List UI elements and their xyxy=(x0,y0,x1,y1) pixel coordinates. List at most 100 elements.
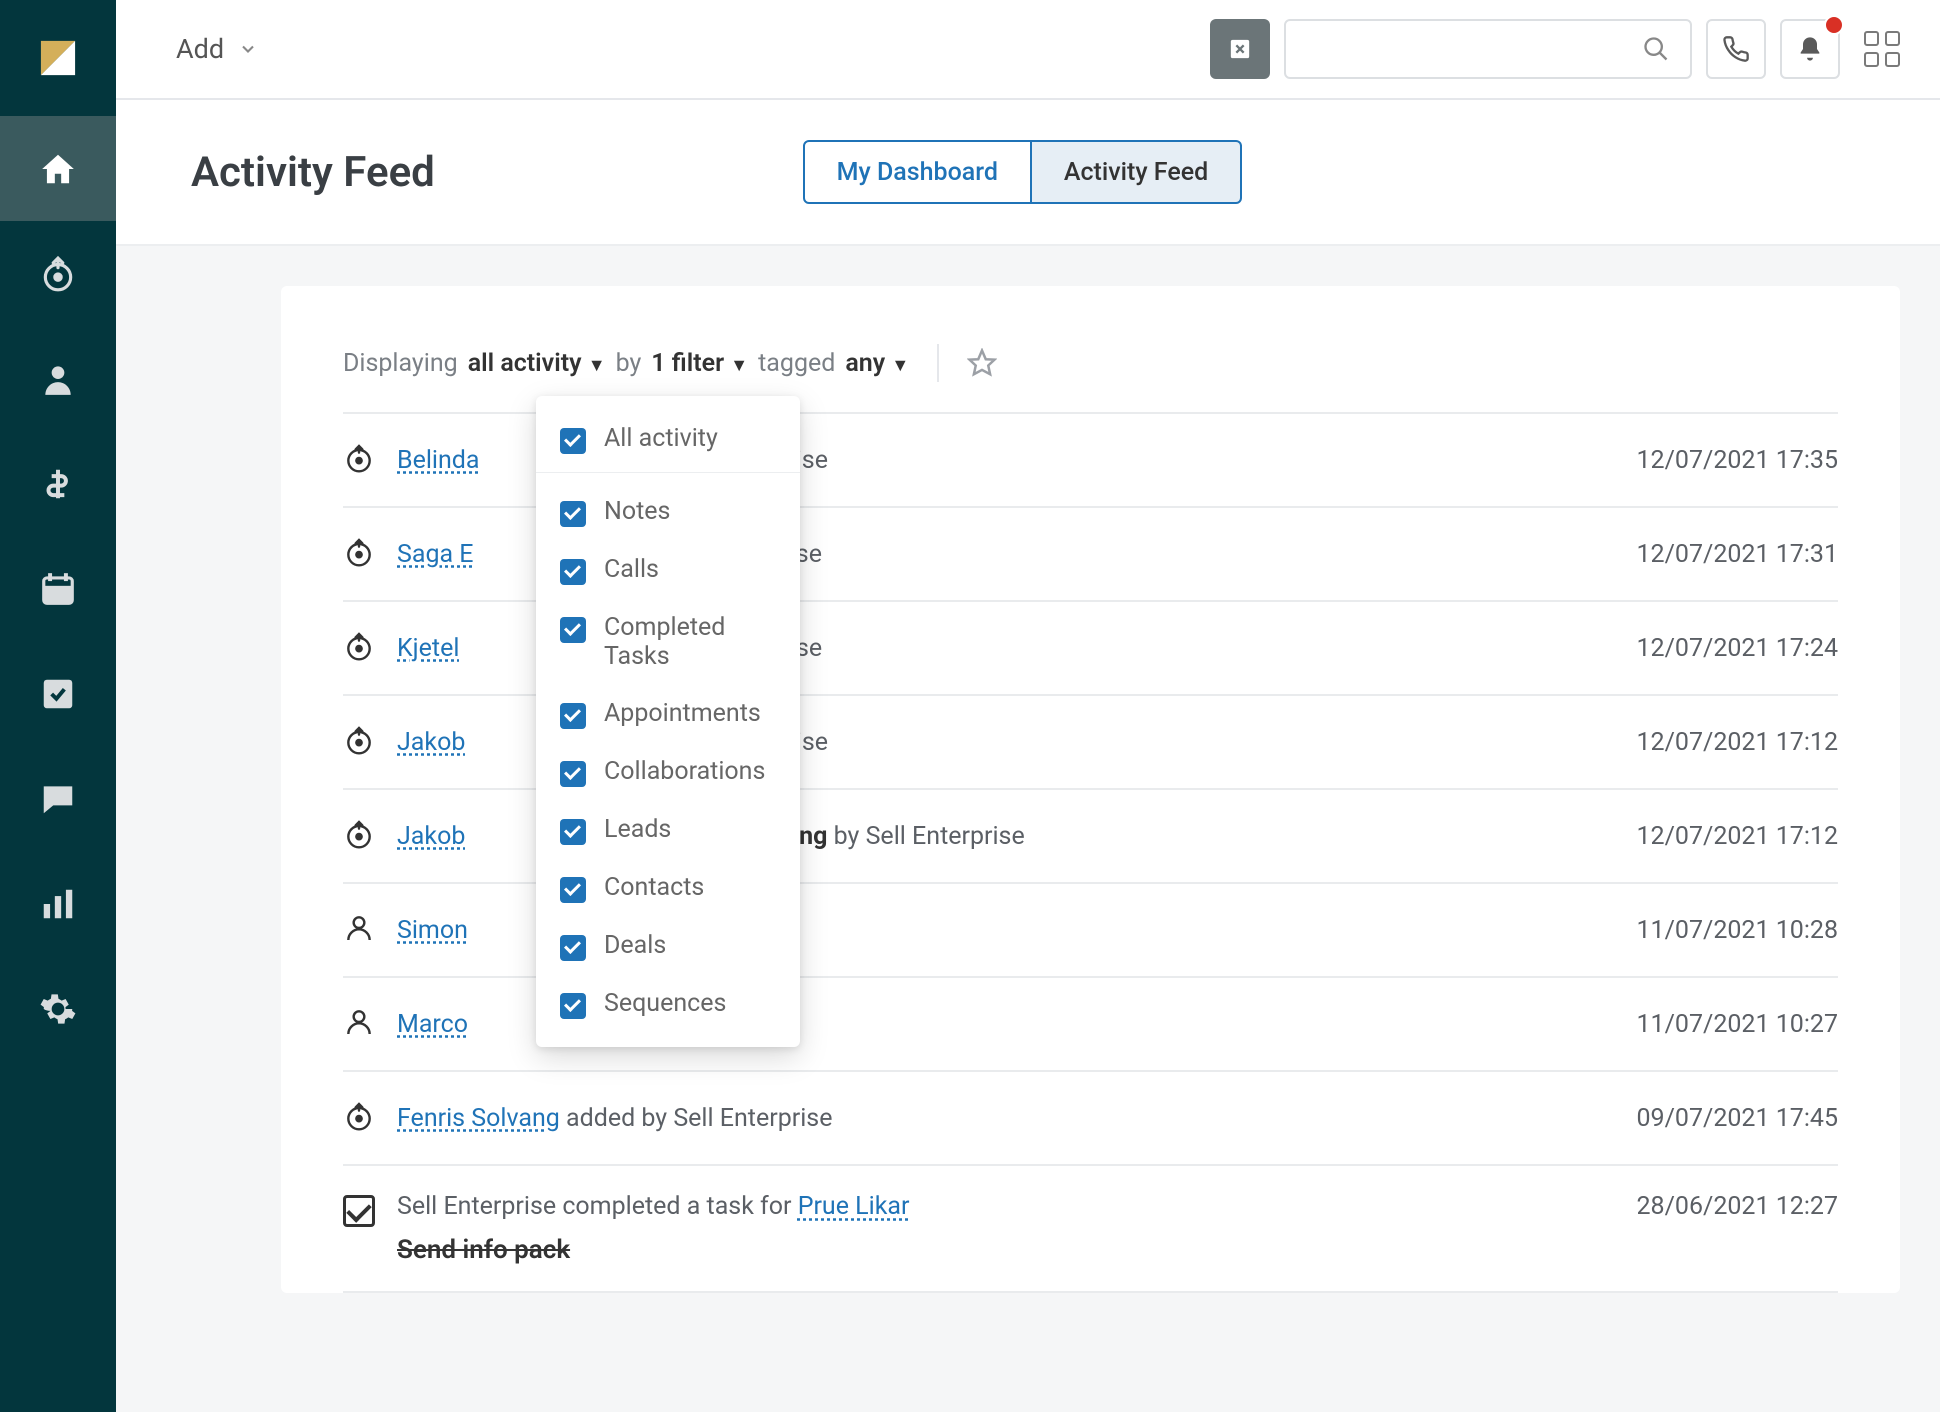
feed-link[interactable]: Marco xyxy=(397,1010,468,1039)
feed-row: Fenris Solvang added by Sell Enterprise0… xyxy=(343,1072,1838,1166)
dropdown-label: All activity xyxy=(604,424,718,453)
filter-count-dropdown[interactable]: 1 filter ▼ xyxy=(651,349,748,378)
dropdown-label: Collaborations xyxy=(604,757,765,786)
notifications-button[interactable] xyxy=(1780,19,1840,79)
dropdown-label: Completed Tasks xyxy=(604,613,776,671)
page-title: Activity Feed xyxy=(191,148,435,197)
filter-by: by xyxy=(616,349,642,378)
sidebar xyxy=(0,0,116,1412)
activity-card: Displaying all activity ▼ by 1 filter ▼ … xyxy=(281,286,1900,1293)
view-tabs: My Dashboard Activity Feed xyxy=(803,140,1243,204)
apps-button[interactable] xyxy=(1864,31,1900,67)
feed-date: 12/07/2021 17:35 xyxy=(1637,446,1839,475)
task-title: Send info pack xyxy=(397,1235,1637,1265)
checkbox-icon xyxy=(560,819,586,845)
tab-activity[interactable]: Activity Feed xyxy=(1032,140,1242,204)
nav-deals[interactable] xyxy=(0,431,116,536)
checkbox-icon xyxy=(560,761,586,787)
feed-link[interactable]: Fenris Solvang xyxy=(397,1104,560,1133)
dropdown-label: Contacts xyxy=(604,873,704,902)
dropdown-option[interactable]: Completed Tasks xyxy=(536,599,800,685)
lead-icon xyxy=(343,818,379,854)
star-icon[interactable] xyxy=(967,348,997,378)
dropdown-option[interactable]: Calls xyxy=(536,541,800,599)
dropdown-option[interactable]: Notes xyxy=(536,483,800,541)
nav-reports[interactable] xyxy=(0,851,116,956)
dropdown-label: Deals xyxy=(604,931,666,960)
checkbox-icon xyxy=(560,428,586,454)
lead-icon xyxy=(343,1100,379,1136)
feed-link[interactable]: Jakob xyxy=(397,728,465,757)
dropdown-option[interactable]: Leads xyxy=(536,801,800,859)
dropdown-option[interactable]: Collaborations xyxy=(536,743,800,801)
dropdown-option[interactable]: Sequences xyxy=(536,975,800,1033)
filter-tagged: tagged xyxy=(758,349,835,378)
search-input[interactable] xyxy=(1284,19,1692,79)
tab-dashboard[interactable]: My Dashboard xyxy=(803,140,1032,204)
filter-activity-dropdown[interactable]: all activity ▼ xyxy=(468,349,606,378)
close-panel-button[interactable] xyxy=(1210,19,1270,79)
checkbox-icon xyxy=(560,877,586,903)
notification-badge xyxy=(1824,15,1844,35)
close-icon xyxy=(1229,38,1251,60)
nav-settings[interactable] xyxy=(0,956,116,1061)
checkbox-icon xyxy=(560,559,586,585)
dropdown-label: Leads xyxy=(604,815,671,844)
feed-row: Sell Enterprise completed a task for Pru… xyxy=(343,1166,1838,1293)
dropdown-label: Sequences xyxy=(604,989,726,1018)
feed-link[interactable]: Belinda xyxy=(397,446,480,475)
activity-filter-dropdown: All activity Notes Calls Completed Tasks App… xyxy=(536,396,800,1047)
person-icon xyxy=(343,1006,379,1042)
search-icon xyxy=(1642,35,1670,63)
feed-date: 09/07/2021 17:45 xyxy=(1637,1104,1839,1133)
bell-icon xyxy=(1796,35,1824,63)
feed-date: 28/06/2021 12:27 xyxy=(1637,1192,1839,1221)
topbar: Add xyxy=(116,0,1940,100)
feed-link[interactable]: Jakob xyxy=(397,822,465,851)
dropdown-option[interactable]: Deals xyxy=(536,917,800,975)
feed-date: 12/07/2021 17:12 xyxy=(1637,822,1839,851)
dropdown-option[interactable]: All activity xyxy=(536,410,800,468)
feed-date: 12/07/2021 17:12 xyxy=(1637,728,1839,757)
feed-text: Fenris Solvang added by Sell Enterprise xyxy=(397,1104,1637,1133)
phone-icon xyxy=(1722,35,1750,63)
feed-date: 11/07/2021 10:27 xyxy=(1637,1010,1839,1039)
dropdown-label: Calls xyxy=(604,555,659,584)
task-check-icon xyxy=(343,1195,379,1231)
nav-leads[interactable] xyxy=(0,221,116,326)
checkbox-icon xyxy=(560,993,586,1019)
nav-tasks[interactable] xyxy=(0,641,116,746)
add-button[interactable]: Add xyxy=(176,33,258,65)
checkbox-icon xyxy=(560,501,586,527)
filter-prefix: Displaying xyxy=(343,349,458,378)
dropdown-option[interactable]: Appointments xyxy=(536,685,800,743)
phone-button[interactable] xyxy=(1706,19,1766,79)
add-label: Add xyxy=(176,33,224,65)
checkbox-icon xyxy=(560,703,586,729)
page-header: Activity Feed My Dashboard Activity Feed xyxy=(116,100,1940,246)
dropdown-label: Notes xyxy=(604,497,670,526)
lead-icon xyxy=(343,536,379,572)
brand-logo xyxy=(0,0,116,116)
nav-home[interactable] xyxy=(0,116,116,221)
checkbox-icon xyxy=(560,617,586,643)
feed-date: 12/07/2021 17:24 xyxy=(1637,634,1839,663)
feed-link[interactable]: Simon xyxy=(397,916,468,945)
chevron-down-icon xyxy=(238,39,258,59)
lead-icon xyxy=(343,630,379,666)
filter-tag-dropdown[interactable]: any ▼ xyxy=(845,349,909,378)
checkbox-icon xyxy=(560,935,586,961)
nav-contacts[interactable] xyxy=(0,326,116,431)
feed-text: Sell Enterprise completed a task for Pru… xyxy=(397,1192,1637,1265)
feed-date: 11/07/2021 10:28 xyxy=(1637,916,1839,945)
nav-calendar[interactable] xyxy=(0,536,116,641)
dropdown-option[interactable]: Contacts xyxy=(536,859,800,917)
feed-date: 12/07/2021 17:31 xyxy=(1637,540,1839,569)
feed-link[interactable]: Prue Likar xyxy=(798,1192,910,1221)
person-icon xyxy=(343,912,379,948)
feed-link[interactable]: Saga E xyxy=(397,540,474,569)
lead-icon xyxy=(343,442,379,478)
nav-comms[interactable] xyxy=(0,746,116,851)
feed-link[interactable]: Kjetel xyxy=(397,634,459,663)
dropdown-label: Appointments xyxy=(604,699,761,728)
